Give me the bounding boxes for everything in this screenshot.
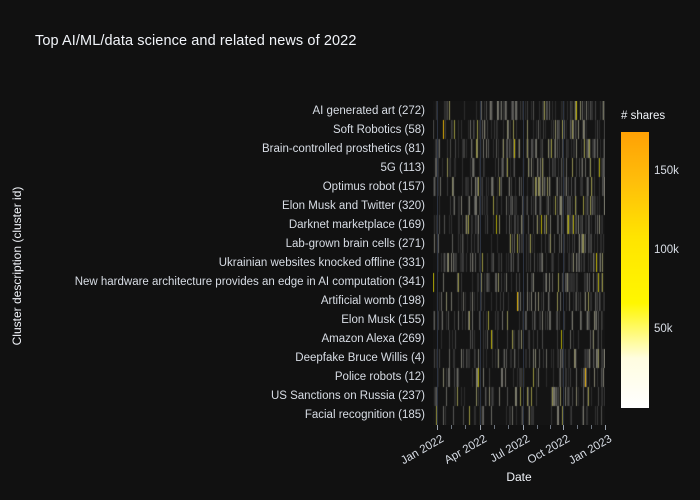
y-axis-tick-label: US Sanctions on Russia (237): [270, 390, 425, 403]
y-axis-tick-label: Darknet marketplace (169): [288, 218, 425, 231]
x-axis-minor-tick-mark: [508, 425, 509, 429]
y-axis-tick-labels: AI generated art (272) Soft Robotics (58)…: [0, 101, 425, 425]
y-axis-tick-label: Elon Musk and Twitter (320): [282, 199, 425, 212]
x-axis-tick-label: Jul 2022: [488, 433, 532, 466]
x-axis-minor-tick-mark: [537, 425, 538, 429]
x-axis-tick-mark: [523, 425, 524, 430]
heatmap-cells[interactable]: [433, 101, 605, 425]
y-axis-tick-label: Elon Musk (155): [341, 314, 425, 327]
x-axis-tick-label: Jan 2022: [399, 433, 446, 468]
x-axis-tick-mark: [563, 425, 564, 430]
y-axis-tick-label: AI generated art (272): [312, 104, 425, 117]
x-axis-minor-tick-mark: [591, 425, 592, 429]
y-axis-tick-label: Brain-controlled prosthetics (81): [262, 142, 425, 155]
x-axis-tick-label: Apr 2022: [442, 433, 489, 467]
x-axis-minor-tick-mark: [577, 425, 578, 429]
y-axis-tick-label: Deepfake Bruce Willis (4): [295, 352, 425, 365]
colorbar-tick-label: 50k: [654, 323, 673, 336]
page-title: Top AI/ML/data science and related news …: [35, 33, 357, 49]
x-axis-title: Date: [506, 470, 532, 484]
colorbar-tick-label: 100k: [654, 244, 679, 257]
x-axis-minor-tick-mark: [494, 425, 495, 429]
y-axis-tick-label: Optimus robot (157): [322, 180, 425, 193]
heatmap-plot-area[interactable]: [433, 101, 605, 425]
heatmap-figure: Top AI/ML/data science and related news …: [0, 0, 700, 500]
y-axis-tick-label: Police robots (12): [334, 371, 425, 384]
x-axis-minor-tick-mark: [550, 425, 551, 429]
colorbar-gradient: [621, 132, 649, 408]
y-axis-tick-label: New hardware architecture provides an ed…: [74, 276, 425, 289]
x-axis-tick-mark: [605, 425, 606, 430]
x-axis-minor-tick-mark: [465, 425, 466, 429]
x-axis-tick-label: Oct 2022: [525, 433, 572, 467]
y-axis-tick-label: Lab-grown brain cells (271): [285, 237, 425, 250]
y-axis-tick-label: Artificial womb (198): [320, 295, 425, 308]
y-axis-tick-label: Ukrainian websites knocked offline (331): [218, 257, 425, 269]
x-axis-tick-mark: [437, 425, 438, 430]
colorbar-tick-label: 150k: [654, 165, 679, 178]
x-axis-tick-mark: [480, 425, 481, 430]
y-axis-tick-label: Amazon Alexa (269): [321, 333, 425, 346]
x-axis-minor-tick-mark: [451, 425, 452, 429]
y-axis-tick-label: 5G (113): [380, 161, 425, 174]
colorbar-title: # shares: [621, 110, 666, 122]
y-axis-tick-label: Facial recognition (185): [304, 409, 425, 422]
x-axis-tick-label: Jan 2023: [567, 433, 614, 468]
y-axis-tick-label: Soft Robotics (58): [332, 123, 425, 136]
